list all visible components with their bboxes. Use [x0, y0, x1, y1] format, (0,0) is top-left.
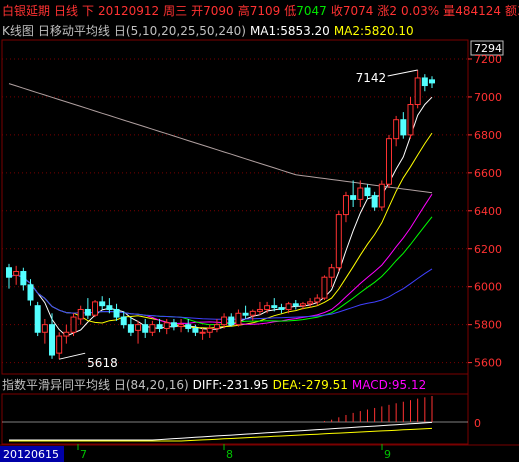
price-tick-label: 6000 [474, 281, 502, 294]
candle-body[interactable] [70, 316, 77, 333]
candle-body[interactable] [13, 271, 20, 276]
price-axis: 7200 7000 6800 6600 6400 6200 6000 5800 5600 [2, 53, 502, 370]
candle-body[interactable] [170, 322, 177, 328]
kline-chart[interactable]: 7294 72007000680066006400620060005800560… [0, 0, 519, 462]
candle-body[interactable] [307, 301, 314, 305]
candle-body[interactable] [414, 77, 421, 106]
candle-body[interactable] [385, 138, 392, 185]
candle-body[interactable] [63, 331, 70, 337]
candle-body[interactable] [163, 322, 170, 329]
candle-body[interactable] [34, 305, 41, 333]
ma5-line [8, 96, 433, 337]
candle-body[interactable] [221, 316, 228, 326]
candle-body[interactable] [27, 284, 34, 301]
candle-body[interactable] [342, 195, 349, 216]
candle-body[interactable] [328, 267, 335, 278]
candle-body[interactable] [228, 316, 235, 326]
candle-body[interactable] [429, 79, 435, 84]
month-labels: 7 8 9 [77, 444, 391, 461]
macd-histogram [2, 396, 468, 442]
candle-body[interactable] [135, 324, 142, 331]
price-tick-label: 7200 [474, 53, 502, 66]
macd-frame [1, 393, 469, 445]
price-tick-label: 6800 [474, 129, 502, 142]
dea-line [9, 427, 433, 442]
candle-body[interactable] [6, 267, 12, 278]
start-date: 20120615 [3, 448, 59, 461]
candle-body[interactable] [199, 331, 206, 334]
candle-body[interactable] [56, 335, 63, 354]
candle-body[interactable] [321, 276, 328, 299]
candle-body[interactable] [213, 324, 220, 329]
candle-body[interactable] [20, 271, 27, 286]
chart-frame [0, 39, 519, 446]
candle-body[interactable] [127, 324, 134, 333]
candle-body[interactable] [407, 104, 414, 136]
price-tick-label: 6600 [474, 167, 502, 180]
price-tick-label: 7000 [474, 91, 502, 104]
candle-body[interactable] [84, 308, 91, 316]
month-label: 9 [384, 448, 391, 461]
candle-body[interactable] [41, 324, 48, 333]
candle-body[interactable] [149, 324, 156, 333]
price-tick-label: 6200 [474, 243, 502, 256]
month-label: 8 [226, 448, 233, 461]
high-annotation: 7142 [356, 71, 387, 85]
macd-zero-label: 0 [474, 417, 481, 430]
price-tick-label: 5600 [474, 357, 502, 370]
ma240-line [8, 83, 433, 194]
candle-body[interactable] [77, 308, 84, 320]
candle-body[interactable] [192, 327, 199, 333]
low-annotation: 5618 [87, 356, 118, 370]
candle-body[interactable] [249, 310, 256, 316]
candle-body[interactable] [357, 187, 364, 200]
candle-body[interactable] [92, 301, 99, 316]
candle-body[interactable] [371, 195, 378, 208]
candle-body[interactable] [142, 324, 149, 333]
candle-body[interactable] [335, 214, 342, 269]
candle-body[interactable] [285, 303, 292, 310]
candle-body[interactable] [113, 308, 120, 318]
candle-body[interactable] [206, 327, 213, 333]
candle-body[interactable] [299, 303, 306, 307]
candle-body[interactable] [364, 187, 371, 197]
candle-body[interactable] [99, 301, 106, 307]
ma20-line [8, 193, 433, 325]
price-tick-label: 6400 [474, 205, 502, 218]
moving-averages [8, 83, 433, 337]
candle-body[interactable] [178, 324, 185, 328]
candle-body[interactable] [278, 307, 285, 310]
price-tick-label: 5800 [474, 319, 502, 332]
candle-body[interactable] [242, 312, 249, 316]
ma10-line [8, 132, 433, 329]
candles [6, 69, 435, 360]
candle-body[interactable] [421, 77, 428, 87]
low-pointer [59, 352, 86, 360]
candle-body[interactable] [393, 119, 400, 140]
candle-body[interactable] [106, 305, 113, 310]
candle-body[interactable] [292, 303, 299, 307]
candle-body[interactable] [256, 308, 263, 312]
candle-body[interactable] [350, 195, 357, 200]
ma25-line [8, 216, 433, 326]
candle-body[interactable] [271, 305, 278, 309]
candle-body[interactable] [120, 316, 127, 326]
candle-body[interactable] [185, 324, 192, 329]
month-label: 7 [80, 448, 87, 461]
candle-body[interactable] [264, 305, 271, 310]
candle-body[interactable] [314, 297, 321, 303]
high-pointer [387, 69, 418, 77]
candle-body[interactable] [378, 183, 385, 208]
candle-body[interactable] [156, 324, 163, 329]
candle-body[interactable] [49, 324, 56, 356]
candle-body[interactable] [400, 119, 407, 136]
candle-body[interactable] [235, 312, 242, 326]
